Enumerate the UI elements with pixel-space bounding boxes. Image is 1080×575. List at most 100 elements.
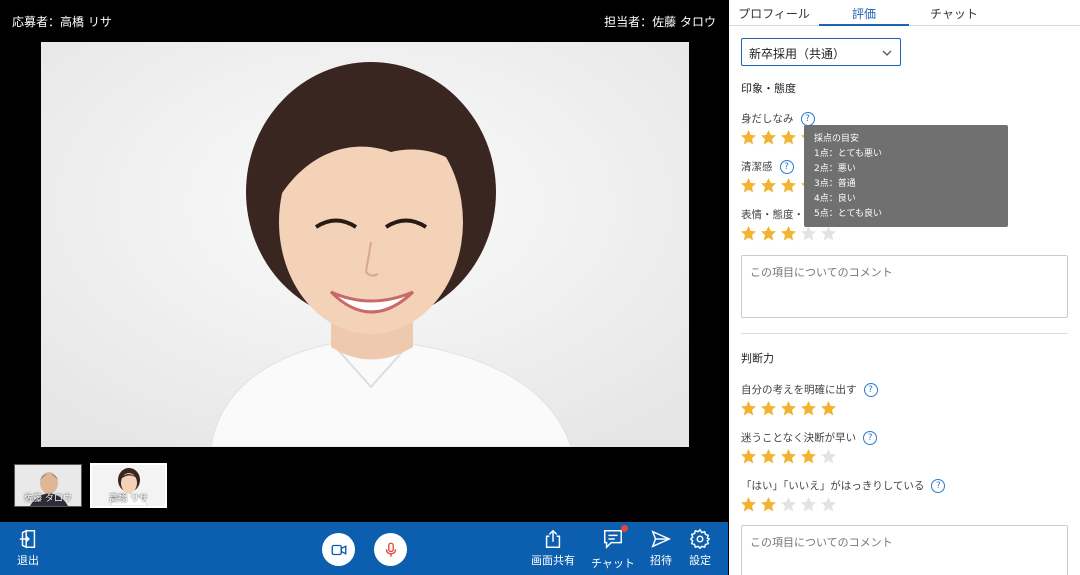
criterion-label: 清潔感 ? (741, 159, 794, 174)
star-filled-icon[interactable] (740, 496, 757, 513)
exit-button[interactable]: 退出 (17, 528, 39, 568)
exit-icon (19, 529, 36, 549)
star-filled-icon[interactable] (740, 448, 757, 465)
chevron-down-icon (882, 50, 892, 56)
screen-share-label: 画面共有 (531, 554, 575, 567)
star-filled-icon[interactable] (740, 225, 757, 242)
microphone-icon (385, 542, 396, 557)
star-filled-icon[interactable] (780, 177, 797, 194)
star-filled-icon[interactable] (800, 400, 817, 417)
star-filled-icon[interactable] (780, 448, 797, 465)
bottom-toolbar: 退出 画面共有 チャット 招待 設定 (0, 522, 728, 575)
camera-toggle-button[interactable] (322, 533, 355, 566)
star-filled-icon[interactable] (760, 129, 777, 146)
star-empty-icon[interactable] (800, 225, 817, 242)
interviewer-label: 担当者：佐藤 タロウ (604, 15, 716, 29)
chat-notification-dot (620, 525, 628, 532)
criterion-text: 表情・態度・ (741, 209, 804, 221)
criterion-label: 「はい」「いいえ」がはっきりしている ? (741, 478, 946, 493)
comment-input[interactable] (741, 255, 1068, 318)
section-title: 判断力 (741, 352, 774, 365)
thumbnail-interviewer[interactable]: 佐藤 タロウ (14, 464, 82, 507)
help-icon[interactable]: ? (931, 478, 946, 493)
applicant-label: 応募者：高橋 リサ (12, 15, 112, 29)
chat-label: チャット (591, 557, 635, 570)
star-empty-icon[interactable] (820, 225, 837, 242)
star-filled-icon[interactable] (760, 225, 777, 242)
criterion-text: 迷うことなく決断が早い (741, 432, 857, 444)
star-filled-icon[interactable] (820, 400, 837, 417)
mic-toggle-button[interactable] (374, 533, 407, 566)
star-rating[interactable] (740, 400, 837, 417)
star-empty-icon[interactable] (800, 496, 817, 513)
criterion-label: 自分の考えを明確に出す ? (741, 382, 878, 397)
evaluation-template-select[interactable]: 新卒採用（共通） (741, 38, 901, 66)
criterion-text: 身だしなみ (741, 113, 794, 125)
participant-video-image (41, 42, 689, 447)
star-filled-icon[interactable] (760, 496, 777, 513)
invite-label: 招待 (650, 554, 672, 567)
exit-label: 退出 (17, 554, 39, 567)
tooltip-title: 採点の目安 (814, 134, 860, 144)
thumbnail-name: 佐藤 タロウ (24, 494, 72, 504)
help-icon[interactable]: ? (863, 382, 878, 397)
panel-tabs: プロフィール 評価 チャット (729, 0, 1080, 26)
scoring-guide-tooltip: 採点の目安 1点：とても悪い 2点：悪い 3点：普通 4点：良い 5点：とても良… (804, 125, 1008, 227)
tab-profile[interactable]: プロフィール (729, 0, 819, 25)
star-rating[interactable] (740, 225, 837, 242)
star-filled-icon[interactable] (780, 129, 797, 146)
star-rating[interactable] (740, 448, 837, 465)
video-area: 応募者：高橋 リサ 担当者：佐藤 タロウ 佐藤 タロウ 高橋 リサ (0, 0, 728, 522)
share-icon (545, 529, 561, 548)
star-filled-icon[interactable] (740, 129, 757, 146)
criterion-label: 表情・態度・ (741, 207, 804, 222)
evaluation-panel: プロフィール 評価 チャット 新卒採用（共通） 印象・態度 身だしなみ ? 清潔… (729, 0, 1080, 575)
tooltip-line: 5点：とても良い (814, 209, 883, 219)
participant-thumbnails: 佐藤 タロウ 高橋 リサ (14, 462, 168, 509)
criterion-label: 身だしなみ ? (741, 111, 815, 126)
thumbnail-applicant[interactable]: 高橋 リサ (89, 462, 168, 509)
help-icon[interactable]: ? (779, 159, 794, 174)
star-rating[interactable] (740, 496, 837, 513)
chat-button[interactable]: チャット (591, 525, 635, 571)
tooltip-line: 4点：良い (814, 194, 856, 204)
star-filled-icon[interactable] (760, 400, 777, 417)
chat-icon-wrap (602, 525, 628, 553)
chat-icon (603, 530, 622, 550)
help-icon[interactable]: ? (863, 430, 878, 445)
settings-label: 設定 (689, 554, 711, 567)
help-icon[interactable]: ? (800, 111, 815, 126)
tab-evaluation[interactable]: 評価 (819, 0, 909, 26)
star-filled-icon[interactable] (740, 177, 757, 194)
settings-button[interactable]: 設定 (689, 528, 711, 568)
star-empty-icon[interactable] (820, 448, 837, 465)
criterion-text: 「はい」「いいえ」がはっきりしている (741, 480, 925, 492)
star-filled-icon[interactable] (780, 400, 797, 417)
comment-input[interactable] (741, 525, 1068, 575)
select-value: 新卒採用（共通） (749, 47, 846, 61)
tooltip-line: 1点：とても悪い (814, 149, 883, 159)
section-title: 印象・態度 (741, 82, 796, 95)
invite-button[interactable]: 招待 (650, 528, 672, 568)
tooltip-line: 3点：普通 (814, 179, 856, 189)
video-interview-app: 応募者：高橋 リサ 担当者：佐藤 タロウ 佐藤 タロウ 高橋 リサ 退出 画面共… (0, 0, 1080, 575)
send-icon (651, 530, 672, 548)
main-video-feed (41, 42, 689, 447)
star-filled-icon[interactable] (760, 177, 777, 194)
star-filled-icon[interactable] (760, 448, 777, 465)
tab-chat[interactable]: チャット (909, 0, 999, 25)
criterion-text: 清潔感 (741, 161, 773, 173)
star-empty-icon[interactable] (820, 496, 837, 513)
screen-share-button[interactable]: 画面共有 (531, 528, 575, 568)
tooltip-line: 2点：悪い (814, 164, 856, 174)
star-empty-icon[interactable] (780, 496, 797, 513)
star-filled-icon[interactable] (780, 225, 797, 242)
gear-icon (689, 528, 711, 550)
criterion-label: 迷うことなく決断が早い ? (741, 430, 878, 445)
section-divider (741, 333, 1068, 334)
thumbnail-name: 高橋 リサ (109, 494, 148, 504)
criterion-text: 自分の考えを明確に出す (741, 384, 857, 396)
video-camera-icon (331, 544, 346, 555)
star-filled-icon[interactable] (800, 448, 817, 465)
star-filled-icon[interactable] (740, 400, 757, 417)
